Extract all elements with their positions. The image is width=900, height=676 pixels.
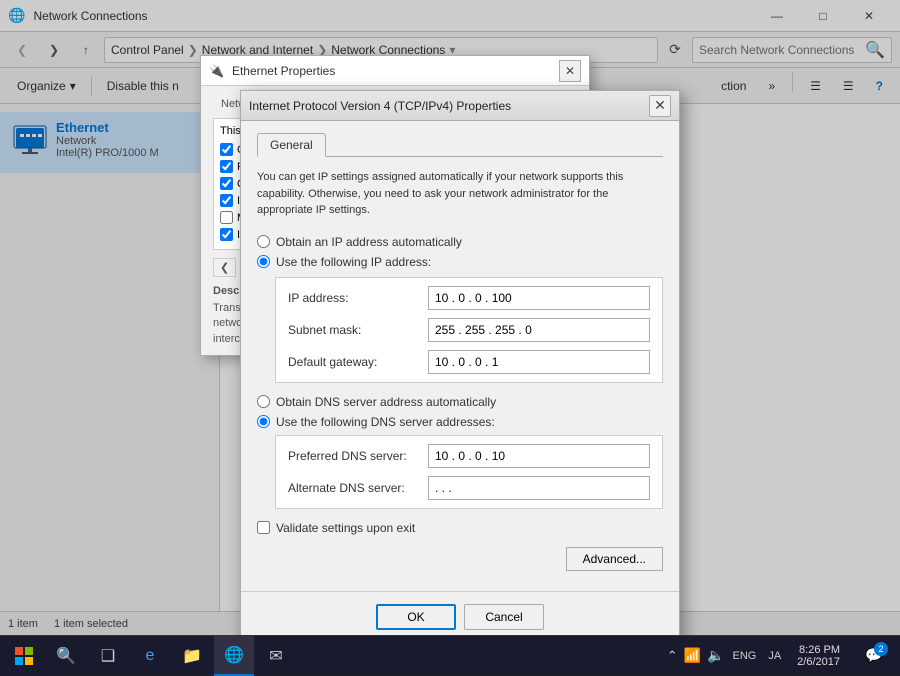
ipv4-content: General You can get IP settings assigned… (241, 121, 679, 583)
gateway-label: Default gateway: (288, 355, 428, 369)
taskbar-network-icon[interactable]: 🌐 (214, 636, 254, 676)
ip-label: IP address: (288, 291, 428, 305)
radio-manual-dns[interactable]: Use the following DNS server addresses: (257, 415, 663, 429)
ipv4-properties-dialog: Internet Protocol Version 4 (TCP/IPv4) P… (240, 90, 680, 647)
radio-manual-dns-input[interactable] (257, 415, 270, 428)
radio-auto-ip-input[interactable] (257, 235, 270, 248)
eth-checkbox-2[interactable] (220, 160, 233, 173)
ip-fields: IP address: 10 . 0 . 0 . 100 Subnet mask… (275, 277, 663, 383)
eth-checkbox-4[interactable] (220, 194, 233, 207)
ipv4-title-bar: Internet Protocol Version 4 (TCP/IPv4) P… (241, 91, 679, 121)
bottom-section: Validate settings upon exit Advanced... (257, 521, 663, 571)
validate-checkbox[interactable] (257, 521, 270, 534)
gateway-row: Default gateway: 10 . 0 . 0 . 1 (288, 350, 650, 374)
preferred-dns-label: Preferred DNS server: (288, 449, 428, 463)
subnet-row: Subnet mask: 255 . 255 . 255 . 0 (288, 318, 650, 342)
subnet-label: Subnet mask: (288, 323, 428, 337)
notif-badge: 2 (874, 642, 888, 656)
taskbar-search-icon: 🔍 (56, 646, 76, 666)
taskbar-explorer-icon[interactable]: 📁 (172, 636, 212, 676)
eth-checkbox-3[interactable] (220, 177, 233, 190)
subnet-input[interactable]: 255 . 255 . 255 . 0 (428, 318, 650, 342)
dns-fields: Preferred DNS server: 10 . 0 . 0 . 10 Al… (275, 435, 663, 509)
clock-time: 8:26 PM (797, 644, 840, 656)
dns-section: Obtain DNS server address automatically … (257, 395, 663, 509)
taskbar-right: ⌃ 📶 🔈 ENG JA 8:26 PM 2/6/2017 💬 2 (667, 636, 900, 676)
ok-button[interactable]: OK (376, 604, 456, 630)
ip-address-row: IP address: 10 . 0 . 0 . 100 (288, 286, 650, 310)
cancel-button[interactable]: Cancel (464, 604, 544, 630)
ipv4-title: Internet Protocol Version 4 (TCP/IPv4) P… (249, 99, 641, 113)
taskbar-search-button[interactable]: 🔍 (48, 636, 84, 676)
validate-checkbox-row[interactable]: Validate settings upon exit (257, 521, 663, 535)
eth-checkbox-6[interactable] (220, 228, 233, 241)
ipv4-description: You can get IP settings assigned automat… (257, 169, 663, 219)
radio-manual-ip-input[interactable] (257, 255, 270, 268)
ip-address-input[interactable]: 10 . 0 . 0 . 100 (428, 286, 650, 310)
preferred-dns-row: Preferred DNS server: 10 . 0 . 0 . 10 (288, 444, 650, 468)
eth-checkbox-1[interactable] (220, 143, 233, 156)
start-button[interactable] (0, 636, 48, 676)
eth-dialog-icon: 🔌 (209, 64, 224, 78)
preferred-dns-input[interactable]: 10 . 0 . 0 . 10 (428, 444, 650, 468)
eth-title-bar: 🔌 Ethernet Properties ✕ (201, 56, 589, 86)
radio-auto-ip[interactable]: Obtain an IP address automatically (257, 235, 663, 249)
advanced-button[interactable]: Advanced... (566, 547, 663, 571)
sys-tray-icons: ⌃ 📶 🔈 (667, 647, 725, 664)
taskbar-mail-icon[interactable]: ✉ (256, 636, 296, 676)
chevron-up-icon[interactable]: ⌃ (667, 648, 678, 664)
language-label: ENG (732, 650, 756, 662)
radio-manual-ip[interactable]: Use the following IP address: (257, 255, 663, 269)
language-indicator: ENG JA (732, 648, 781, 663)
radio-auto-dns[interactable]: Obtain DNS server address automatically (257, 395, 663, 409)
gateway-input[interactable]: 10 . 0 . 0 . 1 (428, 350, 650, 374)
system-clock[interactable]: 8:26 PM 2/6/2017 (789, 644, 848, 668)
eth-close-button[interactable]: ✕ (559, 60, 581, 82)
taskbar-edge-icon[interactable]: e (130, 636, 170, 676)
volume-icon[interactable]: 🔈 (707, 647, 724, 664)
eth-checkbox-5[interactable] (220, 211, 233, 224)
eth-scroll-left[interactable]: ❮ (213, 258, 236, 277)
alternate-dns-input[interactable]: . . . (428, 476, 650, 500)
ipv4-close-button[interactable]: ✕ (649, 95, 671, 117)
locale-label: JA (768, 650, 781, 662)
taskbar-task-view[interactable]: ❑ (88, 636, 128, 676)
radio-auto-dns-input[interactable] (257, 395, 270, 408)
network-tray-icon[interactable]: 📶 (684, 647, 701, 664)
alternate-dns-row: Alternate DNS server: . . . (288, 476, 650, 500)
eth-dialog-title: Ethernet Properties (232, 64, 551, 78)
tab-bar: General (257, 133, 663, 157)
clock-date: 2/6/2017 (797, 656, 840, 668)
notification-button[interactable]: 💬 2 (856, 636, 892, 676)
taskbar-pinned-icons: ❑ e 📁 🌐 ✉ (88, 636, 296, 676)
tab-general[interactable]: General (257, 133, 326, 157)
ip-radio-group: Obtain an IP address automatically Use t… (257, 235, 663, 269)
taskbar: 🔍 ❑ e 📁 🌐 ✉ ⌃ 📶 🔈 ENG JA 8:26 PM 2/6/201… (0, 635, 900, 675)
alternate-dns-label: Alternate DNS server: (288, 481, 428, 495)
